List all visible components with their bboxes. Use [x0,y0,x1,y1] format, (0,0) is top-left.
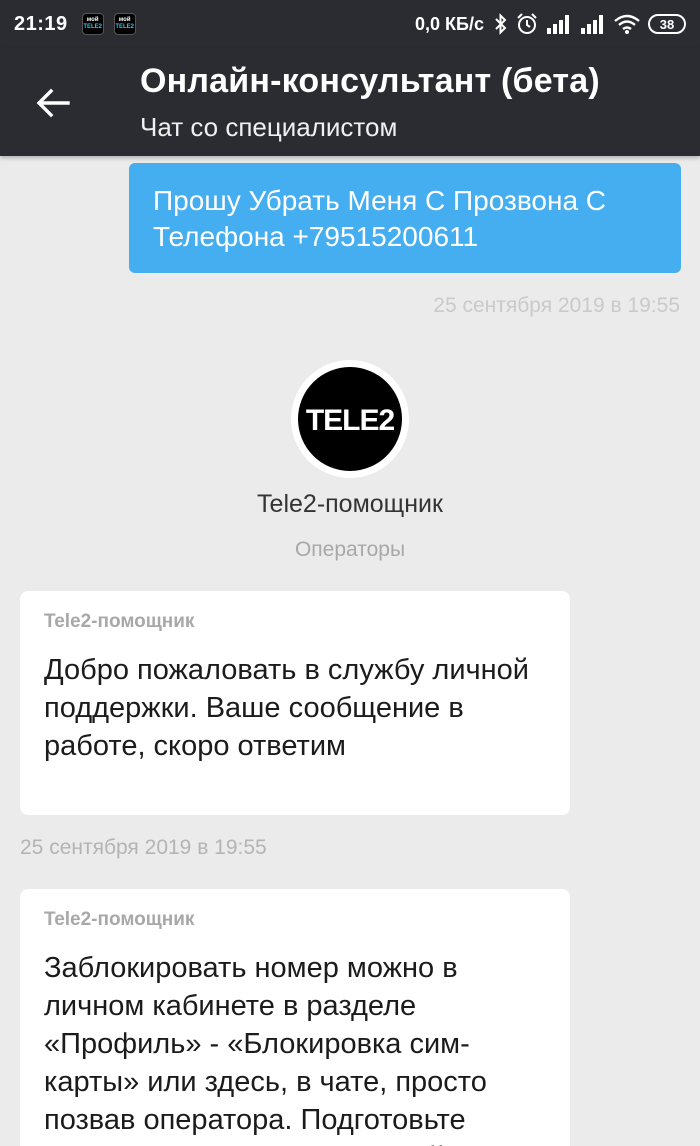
outgoing-message-text: Прошу Убрать Меня С Прозвона С Телефона … [153,185,607,252]
agent-name: Tele2-помощник [257,490,443,518]
agent-role: Операторы [294,538,406,561]
battery-icon: 38 [648,14,686,34]
notification-line1: мой [118,17,131,23]
incoming-message-text: Заблокировать номер можно в личном кабин… [44,952,488,1146]
page-title: Онлайн-консультант (бета) [140,62,600,100]
incoming-message-text: Добро пожаловать в службу личной поддерж… [44,654,529,762]
status-bar: 21:19 мой TELE2 мой TELE2 0,0 КБ/с 38 [0,0,700,48]
wifi-icon [614,14,640,34]
tele2-logo-icon: TELE2 [306,404,395,437]
incoming-message-bubble[interactable]: Tele2-помощник Добро пожаловать в службу… [20,591,570,815]
agent-avatar: TELE2 [291,360,409,478]
tele2-app-notification-icon: мой TELE2 [113,13,136,35]
status-indicators: 0,0 КБ/с 38 [415,13,686,35]
message-sender: Tele2-помощник [44,611,195,632]
signal-icon [547,15,569,34]
alarm-icon [517,13,537,34]
notification-line1: мой [86,17,99,23]
signal-icon [581,15,603,34]
outgoing-message-bubble[interactable]: Прошу Убрать Меня С Прозвона С Телефона … [129,163,681,273]
tele2-logo: TELE2 [298,367,402,471]
incoming-message-bubble[interactable]: Tele2-помощник Заблокировать номер можно… [20,889,570,1146]
bluetooth-icon [495,13,507,35]
back-button[interactable] [28,78,78,128]
svg-text:TELE2: TELE2 [306,404,395,437]
notification-line2: TELE2 [83,24,102,30]
incoming-message-timestamp: 25 сентября 2019 в 19:55 [20,836,267,859]
page-subtitle: Чат со специалистом [140,112,398,142]
network-speed: 0,0 КБ/с [415,13,484,34]
tele2-app-notification-icon: мой TELE2 [81,13,104,35]
notification-line2: TELE2 [115,24,134,30]
outgoing-message-timestamp: 25 сентября 2019 в 19:55 [433,294,680,317]
status-time: 21:19 [14,12,68,35]
message-sender: Tele2-помощник [44,909,195,930]
arrow-back-icon [36,88,70,118]
chat-toolbar: Онлайн-консультант (бета) Чат со специал… [0,48,700,156]
